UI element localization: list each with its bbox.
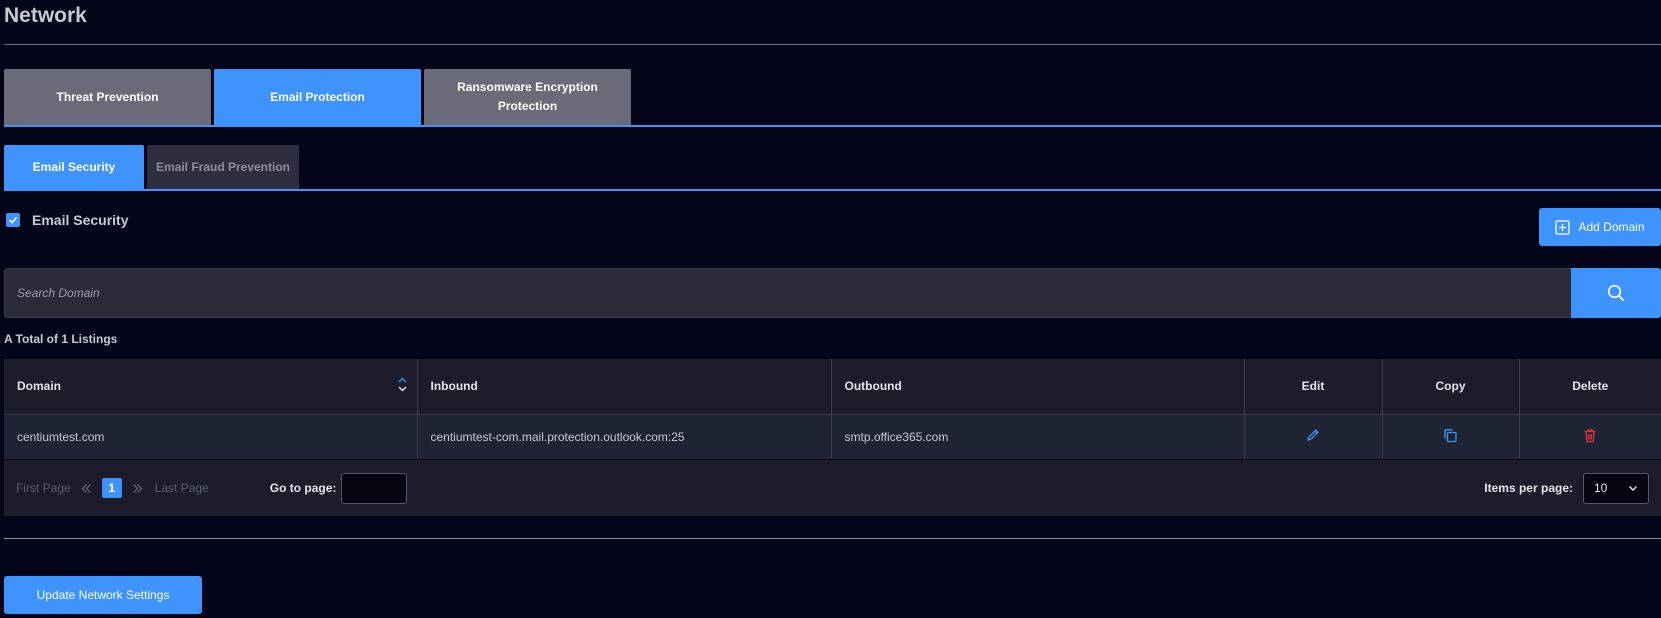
copy-icon (1444, 428, 1457, 442)
go-to-page-label: Go to page: (269, 481, 337, 495)
tab-ransomware-encryption-protection[interactable]: Ransomware Encryption Protection (424, 69, 631, 125)
footer-divider (4, 538, 1661, 539)
column-header-delete: Delete (1519, 359, 1661, 414)
tab-email-fraud-prevention[interactable]: Email Fraud Prevention (147, 145, 299, 189)
email-security-toggle-row: Email Security (6, 212, 129, 228)
sub-tabs-underline (4, 189, 1661, 191)
cell-domain: centiumtest.com (4, 413, 418, 459)
checkmark-icon (8, 216, 18, 224)
edit-button[interactable] (1306, 428, 1320, 442)
search-bar (4, 268, 1661, 318)
main-tabs: Threat Prevention Email Protection Ranso… (4, 69, 631, 125)
cell-inbound: centiumtest-com.mail.protection.outlook.… (417, 413, 832, 459)
column-header-domain[interactable]: Domain (4, 359, 418, 414)
trash-icon (1584, 428, 1596, 442)
table-header-row: Domain Inbound Outbound Edit Copy Delete (4, 359, 1661, 414)
main-tabs-underline (4, 125, 1661, 127)
column-header-edit: Edit (1244, 359, 1383, 414)
page-title: Network (4, 4, 87, 27)
items-per-page-value: 10 (1594, 481, 1608, 495)
next-page-button[interactable] (132, 483, 143, 494)
double-chevron-right-icon (132, 483, 143, 493)
first-page-link[interactable]: First Page (16, 481, 71, 495)
plus-square-icon (1555, 219, 1571, 235)
sort-down-icon (398, 386, 406, 392)
search-icon (1607, 284, 1625, 302)
table-row: centiumtest.com centiumtest-com.mail.pro… (4, 413, 1661, 459)
tab-threat-prevention[interactable]: Threat Prevention (4, 69, 211, 125)
double-chevron-left-icon (81, 483, 91, 493)
email-security-checkbox[interactable] (6, 213, 20, 227)
add-domain-button[interactable]: Add Domain (1539, 208, 1661, 246)
email-security-label: Email Security (32, 212, 129, 228)
tab-email-security[interactable]: Email Security (4, 145, 144, 189)
last-page-link[interactable]: Last Page (155, 481, 209, 495)
search-button[interactable] (1571, 268, 1661, 318)
search-domain-input[interactable] (4, 268, 1571, 318)
items-per-page-select[interactable]: 10 (1583, 472, 1649, 504)
sort-arrows[interactable] (398, 377, 407, 392)
delete-button[interactable] (1583, 428, 1597, 443)
column-header-inbound: Inbound (417, 359, 832, 414)
column-header-copy: Copy (1382, 359, 1520, 414)
column-header-outbound: Outbound (831, 359, 1245, 414)
pagination-bar: First Page 1 Last Page Go to page: Items… (4, 460, 1661, 516)
go-to-page-input[interactable] (341, 472, 408, 504)
copy-button[interactable] (1443, 428, 1458, 443)
tab-email-protection[interactable]: Email Protection (214, 69, 421, 125)
cell-outbound: smtp.office365.com (831, 413, 1245, 459)
pencil-icon (1307, 429, 1319, 442)
title-divider (4, 44, 1661, 45)
items-per-page-label: Items per page: (1484, 481, 1573, 495)
chevron-down-icon (1629, 485, 1637, 491)
listing-total: A Total of 1 Listings (4, 332, 118, 346)
update-network-settings-button[interactable]: Update Network Settings (4, 576, 202, 614)
prev-page-button[interactable] (81, 483, 92, 494)
add-domain-label: Add Domain (1578, 220, 1645, 234)
sort-up-icon (398, 377, 406, 383)
sub-tabs: Email Security Email Fraud Prevention (4, 145, 299, 189)
domains-table: Domain Inbound Outbound Edit Copy Delete… (4, 359, 1661, 459)
page-number-button[interactable]: 1 (101, 478, 122, 498)
